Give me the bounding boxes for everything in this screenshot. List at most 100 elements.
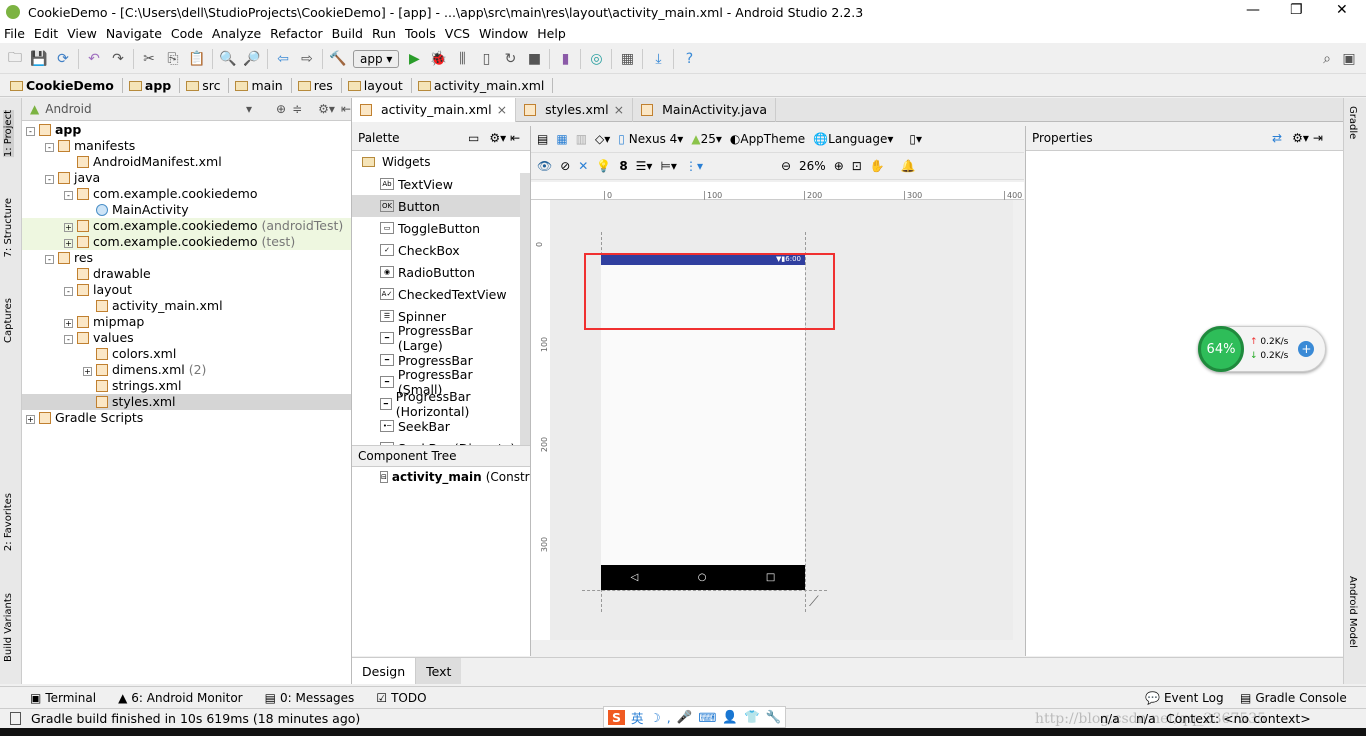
breadcrumb-res[interactable]: res [296, 77, 342, 93]
design-view-icon[interactable]: ▤ [537, 132, 548, 146]
settings-gear-icon[interactable]: ⚙▾ [318, 102, 335, 116]
properties-hide-icon[interactable]: ⇥ [1313, 131, 1323, 145]
breadcrumb-layout[interactable]: layout [346, 77, 412, 93]
run-icon[interactable]: ▶ [405, 50, 423, 68]
save-icon[interactable]: 💾 [30, 50, 48, 68]
tree-item-dimens-xml-2[interactable]: + dimens.xml (2) [22, 362, 351, 378]
collapse-icon[interactable]: - [64, 287, 73, 296]
tab-mainactivity-java[interactable]: MainActivity.java [633, 97, 777, 122]
tool-todo[interactable]: ☑ TODO [376, 691, 426, 705]
zoom-in-icon[interactable]: ⊕ [834, 159, 844, 173]
minimize-button[interactable]: — [1246, 2, 1260, 18]
keyboard-icon[interactable]: ⌨ [698, 710, 716, 725]
run-config-dropdown[interactable]: app ▾ [353, 49, 400, 68]
expand-icon[interactable]: + [64, 319, 73, 328]
pack-icon[interactable]: ☰▾ [636, 159, 653, 173]
tab-styles-xml[interactable]: styles.xml × [516, 97, 634, 122]
ime-toolbar[interactable]: S 英 ☽, 🎤 ⌨ 👤 👕 🔧 [603, 706, 787, 728]
collapse-icon[interactable]: - [26, 127, 35, 136]
undo-icon[interactable]: ↶ [85, 50, 103, 68]
menu-analyze[interactable]: Analyze [212, 26, 261, 41]
dropdown-arrow-icon[interactable]: ▾ [246, 102, 252, 116]
tree-item-styles-xml[interactable]: styles.xml [22, 394, 351, 410]
collapse-icon[interactable]: - [64, 335, 73, 344]
help-icon[interactable]: ? [680, 50, 698, 68]
restore-button[interactable]: ❐ [1290, 2, 1303, 18]
status-icon[interactable] [10, 712, 21, 725]
menu-tools[interactable]: Tools [405, 26, 436, 41]
breadcrumb-cookiedemo[interactable]: CookieDemo [8, 77, 123, 93]
menu-view[interactable]: View [67, 26, 97, 41]
tree-item-com-example-cookiedemo-androidtest[interactable]: + com.example.cookiedemo (androidTest) [22, 218, 351, 234]
tree-item-gradle-scripts[interactable]: + Gradle Scripts [22, 410, 351, 426]
tool-terminal[interactable]: ▣ Terminal [30, 691, 96, 705]
tree-item-com-example-cookiedemo[interactable]: - com.example.cookiedemo [22, 186, 351, 202]
align-icon[interactable]: ⊨▾ [660, 159, 676, 173]
blueprint-view-icon[interactable]: ▦ [556, 132, 567, 146]
collapse-icon[interactable]: - [45, 143, 54, 152]
palette-item-seekbar-discrete[interactable]: •─ SeekBar (Discrete) [352, 437, 520, 445]
menu-window[interactable]: Window [479, 26, 528, 41]
tool-gradle-console[interactable]: ▤ Gradle Console [1240, 691, 1347, 705]
paste-icon[interactable]: 📋 [188, 50, 206, 68]
breadcrumb-main[interactable]: main [233, 77, 292, 93]
replace-icon[interactable]: 🔎 [243, 50, 261, 68]
menu-help[interactable]: Help [537, 26, 566, 41]
project-structure-icon[interactable]: ▦ [618, 50, 636, 68]
language-dropdown[interactable]: 🌐Language▾ [813, 132, 893, 146]
user-icon[interactable]: 👤 [722, 709, 738, 725]
tree-item-java[interactable]: - java [22, 170, 351, 186]
search-everywhere-icon[interactable]: ⌕ [1318, 50, 1336, 68]
infer-constraints-icon[interactable]: 💡 [596, 159, 611, 173]
collapse-icon[interactable]: - [64, 191, 73, 200]
skin-icon[interactable]: 👕 [744, 709, 760, 725]
menu-edit[interactable]: Edit [34, 26, 58, 41]
forward-icon[interactable]: ⇨ [298, 50, 316, 68]
menu-refactor[interactable]: Refactor [270, 26, 322, 41]
avd-manager-icon[interactable]: ▮ [556, 50, 574, 68]
collapse-all-icon[interactable]: ≑ [292, 102, 302, 116]
expand-icon[interactable]: + [83, 367, 92, 376]
tree-item-layout[interactable]: - layout [22, 282, 351, 298]
breadcrumb-src[interactable]: src [184, 77, 230, 93]
tree-item-com-example-cookiedemo-test[interactable]: + com.example.cookiedemo (test) [22, 234, 351, 250]
find-icon[interactable]: 🔍 [219, 50, 237, 68]
open-folder-icon[interactable]: 🗀 [6, 50, 24, 68]
tree-item-mipmap[interactable]: + mipmap [22, 314, 351, 330]
profile-icon[interactable]: ⫼ [453, 50, 471, 68]
notifications-bell-icon[interactable]: 🔔 [901, 159, 916, 173]
palette-hide-icon[interactable]: ⇤ [510, 131, 520, 145]
tool-tab-gradle[interactable]: Gradle [1347, 106, 1358, 139]
apply-changes-icon[interactable]: ↻ [501, 50, 519, 68]
component-tree-root[interactable]: ⊟ activity_main (ConstraintLayout) [352, 467, 530, 487]
orientation-icon[interactable]: ◇▾ [595, 132, 610, 146]
cut-icon[interactable]: ✂ [140, 50, 158, 68]
tree-item-drawable[interactable]: drawable [22, 266, 351, 282]
show-constraints-icon[interactable]: 👁 [537, 159, 552, 173]
breadcrumb-activity-main-xml[interactable]: activity_main.xml [416, 77, 554, 93]
toggle-view-icon[interactable]: ⇄ [1272, 131, 1282, 145]
tree-item-values[interactable]: - values [22, 330, 351, 346]
both-views-icon[interactable]: ▥ [576, 132, 587, 146]
palette-item-textview[interactable]: Ab TextView [352, 173, 520, 195]
layout-icon[interactable]: ▣ [1340, 50, 1358, 68]
tree-item-res[interactable]: - res [22, 250, 351, 266]
menu-vcs[interactable]: VCS [445, 26, 470, 41]
tab-text[interactable]: Text [416, 658, 462, 684]
tab-design[interactable]: Design [352, 658, 417, 684]
guidelines-icon[interactable]: ⋮▾ [685, 159, 703, 173]
context-indicator[interactable]: Context: <no context> [1166, 711, 1311, 726]
tree-item-activity-main-xml[interactable]: activity_main.xml [22, 298, 351, 314]
layout-variants-icon[interactable]: ▯▾ [909, 132, 922, 146]
sdk-manager-icon[interactable]: ⤓ [649, 50, 667, 68]
palette-item-checkbox[interactable]: ✓ CheckBox [352, 239, 520, 261]
tree-item-manifests[interactable]: - manifests [22, 138, 351, 154]
tool-0-messages[interactable]: ▤ 0: Messages [265, 691, 355, 705]
zoom-fit-icon[interactable]: ⊡ [852, 159, 862, 173]
breadcrumb-app[interactable]: app [127, 77, 181, 93]
close-tab-icon[interactable]: × [614, 102, 624, 117]
pan-icon[interactable]: ✋ [870, 159, 885, 173]
palette-settings-icon[interactable]: ⚙▾ [489, 131, 506, 145]
clear-constraints-icon[interactable]: ✕ [578, 159, 588, 173]
expand-icon[interactable]: + [64, 223, 73, 232]
